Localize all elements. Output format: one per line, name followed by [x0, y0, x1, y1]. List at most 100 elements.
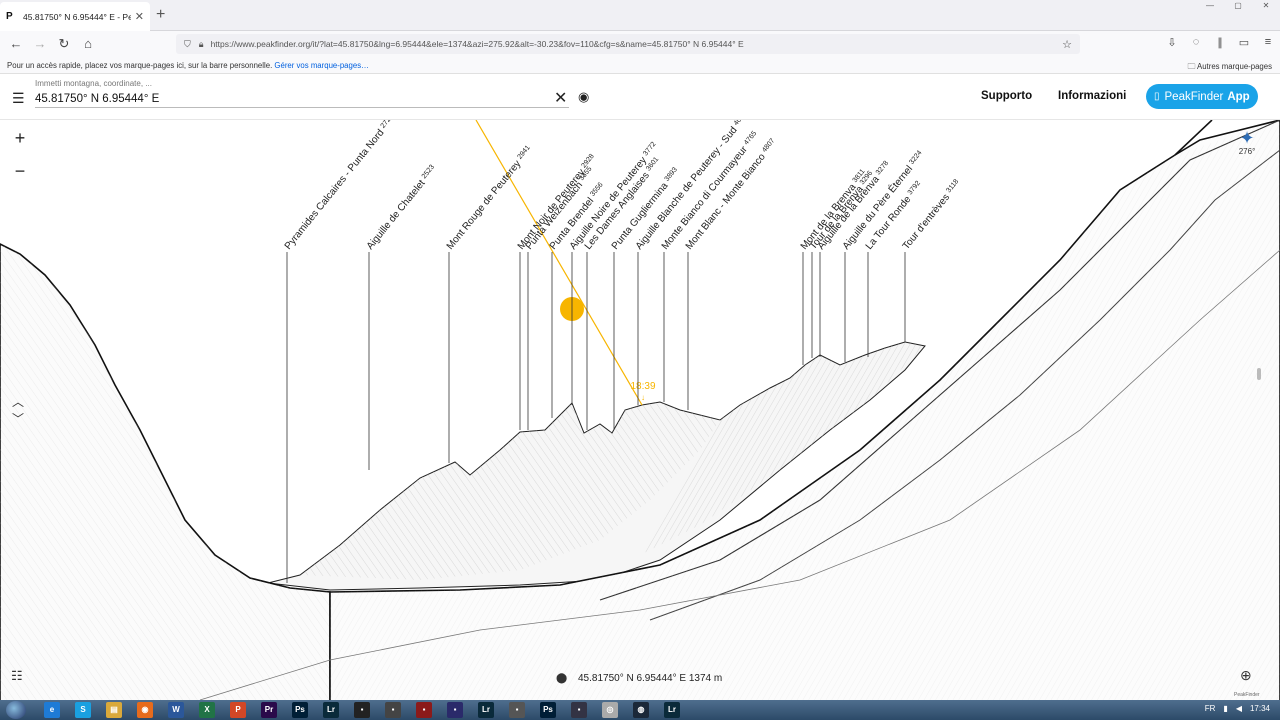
- app-icon-5[interactable]: ▪: [509, 702, 525, 718]
- panorama-canvas[interactable]: 18:39 ↓ Pyramides Calcaires - Punta Nord…: [0, 120, 1280, 700]
- peak-elevation: 3556: [589, 181, 604, 198]
- menu-icon[interactable]: ≡: [1256, 36, 1280, 49]
- chrome-icon[interactable]: ◎: [602, 702, 618, 718]
- premiere-icon[interactable]: Pr: [261, 702, 277, 718]
- tilt-up-icon[interactable]: ︿: [12, 393, 24, 410]
- peak-elevation: 3772: [642, 141, 657, 158]
- app-icon-2[interactable]: ▪: [385, 702, 401, 718]
- app-icon-1[interactable]: ▪: [354, 702, 370, 718]
- lightroom-icon-3[interactable]: Lr: [664, 702, 680, 718]
- sidebar-icon[interactable]: ▭: [1232, 36, 1256, 49]
- language-indicator[interactable]: FR: [1205, 704, 1216, 713]
- support-link[interactable]: Supporto: [981, 90, 1032, 102]
- word-icon[interactable]: W: [168, 702, 184, 718]
- new-tab-button[interactable]: +: [156, 6, 165, 24]
- zoom-in-button[interactable]: +: [9, 127, 31, 149]
- start-button[interactable]: [6, 701, 26, 719]
- network-icon[interactable]: ▮: [1223, 704, 1227, 713]
- maximize-window-button[interactable]: ▢: [1224, 0, 1252, 12]
- lock-icon[interactable]: 🔒︎: [199, 39, 204, 50]
- browser-tab[interactable]: P 45.81750° N 6.95444° E - PeakFi ✕: [0, 2, 150, 31]
- location-pin-icon: ⬤: [556, 673, 568, 684]
- peak-elevation: 2941: [517, 144, 532, 161]
- app-icon-3[interactable]: ▪: [416, 702, 432, 718]
- bookmarks-bar: Pour un accès rapide, placez vos marque-…: [0, 57, 1280, 74]
- manage-bookmarks-link[interactable]: Gérer vos marque-pages…: [274, 61, 368, 70]
- clear-search-icon[interactable]: ✕: [554, 88, 567, 108]
- compass[interactable]: ✦ 276°: [1233, 128, 1261, 156]
- peak-elevation: 2726: [380, 120, 395, 130]
- close-window-button[interactable]: ✕: [1252, 0, 1280, 12]
- other-bookmarks[interactable]: 🗀︎ Autres marque-pages: [1187, 61, 1272, 74]
- zoom-out-button[interactable]: −: [9, 160, 31, 182]
- firefox-icon[interactable]: ◉: [137, 702, 153, 718]
- bookmarks-message: Pour un accès rapide, placez vos marque-…: [7, 61, 273, 70]
- search-hint: Immetti montagna, coordinate, ...: [35, 79, 152, 88]
- system-tray: FR ▮ ◀ 17:34: [1205, 704, 1270, 713]
- coordinates-text: 45.81750° N 6.95444° E 1374 m: [577, 673, 723, 684]
- phone-icon: ▯: [1154, 91, 1160, 102]
- peak-label[interactable]: Aiguille de Chatelet 2523: [365, 164, 439, 252]
- sun-time-arrow-icon: ↓: [641, 393, 645, 402]
- footer-brand: PeakFinder: [1234, 692, 1260, 698]
- save-icon[interactable]: ⇩: [1160, 36, 1184, 49]
- crosshair-target-icon[interactable]: ⊕: [1240, 667, 1252, 684]
- peakfinder-app-button[interactable]: ▯ PeakFinder App: [1146, 84, 1258, 109]
- pdf-icon[interactable]: P: [230, 702, 246, 718]
- tilt-down-icon[interactable]: ﹀: [12, 410, 24, 427]
- peak-label[interactable]: Mont Blanc - Monte Bianco 4807: [684, 137, 780, 252]
- peak-elevation: 3118: [945, 178, 960, 194]
- volume-icon[interactable]: ◀: [1236, 704, 1242, 713]
- library-icon[interactable]: ∥: [1208, 36, 1232, 49]
- windows-taskbar: e S ▤ ◉ W X P Pr Ps Lr ▪ ▪ ▪ ▪ Lr ▪ Ps ▪ ◎ ◍ Lr FR ▮ ◀ 17:34: [0, 700, 1280, 720]
- toolbar-icons: ⇩ ◌ ∥ ▭ ≡: [1160, 36, 1280, 49]
- panorama-viewport[interactable]: 18:39 ↓ Pyramides Calcaires - Punta Nord…: [0, 120, 1280, 700]
- peak-name: Aiguille de Chatelet: [365, 176, 430, 252]
- peak-elevation: 4765: [743, 130, 758, 147]
- minimize-window-button[interactable]: —: [1196, 0, 1224, 12]
- reload-icon[interactable]: ↻: [56, 36, 72, 52]
- sun-path-line: [475, 120, 643, 406]
- hamburger-menu-icon[interactable]: ☰: [12, 90, 25, 107]
- peakfinder-header: ☰ Immetti montagna, coordinate, ... ✕ ◉ …: [0, 74, 1280, 120]
- info-link[interactable]: Informazioni: [1058, 90, 1126, 102]
- steam-icon[interactable]: ◍: [633, 702, 649, 718]
- scrollbar-thumb[interactable]: [1257, 368, 1261, 380]
- excel-icon[interactable]: X: [199, 702, 215, 718]
- photoshop-icon-2[interactable]: Ps: [540, 702, 556, 718]
- folder-icon: 🗀︎: [1187, 62, 1196, 71]
- peak-elevation: 2523: [421, 164, 436, 181]
- app-icon-4[interactable]: ▪: [447, 702, 463, 718]
- app-icon-6[interactable]: ▪: [571, 702, 587, 718]
- address-bar[interactable]: ⛉ 🔒︎ https://www.peakfinder.org/it/?lat=…: [176, 34, 1080, 54]
- peak-name: Pyramides Calcaires - Punta Nord: [283, 125, 388, 252]
- peak-elevation: 3224: [908, 149, 923, 166]
- app-button-prefix: PeakFinder: [1164, 90, 1224, 103]
- url-text[interactable]: https://www.peakfinder.org/it/?lat=45.81…: [211, 39, 744, 49]
- shield-icon[interactable]: ⛉: [184, 39, 191, 50]
- locate-map-icon[interactable]: ◉: [578, 89, 589, 105]
- settings-sliders-icon[interactable]: ☷: [11, 668, 23, 684]
- search-input[interactable]: [35, 90, 569, 108]
- peak-label[interactable]: Monte Bianco di Courmayeur 4765: [660, 130, 762, 252]
- peak-elevation: 3893: [664, 166, 679, 183]
- bookmark-star-icon[interactable]: ☆: [1062, 38, 1072, 51]
- ie-icon[interactable]: e: [44, 702, 60, 718]
- peak-elevation: 3792: [907, 180, 922, 197]
- compass-heading: 276°: [1238, 147, 1256, 156]
- browser-tab-bar: P 45.81750° N 6.95444° E - PeakFi ✕ + — …: [0, 0, 1280, 31]
- explorer-icon[interactable]: ▤: [106, 702, 122, 718]
- coordinates-bar: ⬤ 45.81750° N 6.95444° E 1374 m: [556, 673, 722, 684]
- back-icon[interactable]: ←: [8, 36, 24, 52]
- forward-icon[interactable]: →: [32, 36, 48, 52]
- skype-icon[interactable]: S: [75, 702, 91, 718]
- close-tab-icon[interactable]: ✕: [135, 10, 144, 23]
- lightroom-icon-2[interactable]: Lr: [478, 702, 494, 718]
- photoshop-icon[interactable]: Ps: [292, 702, 308, 718]
- peak-elevation: 4807: [761, 137, 776, 154]
- home-icon[interactable]: ⌂: [80, 36, 96, 52]
- pocket-icon[interactable]: ◌: [1184, 36, 1208, 49]
- clock[interactable]: 17:34: [1250, 704, 1270, 713]
- peak-elevation: 3278: [875, 160, 890, 177]
- lightroom-icon[interactable]: Lr: [323, 702, 339, 718]
